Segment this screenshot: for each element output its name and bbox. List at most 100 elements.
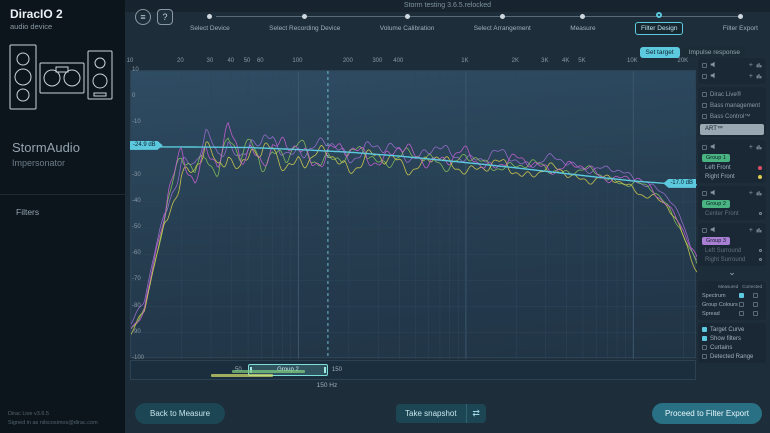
device-info: StormAudio Impersonator xyxy=(0,122,125,168)
checkbox[interactable] xyxy=(753,311,758,316)
step-label: Filter Design xyxy=(635,22,683,35)
stepper-step-select-device[interactable]: Select Device xyxy=(190,5,230,35)
checkbox[interactable] xyxy=(702,336,707,341)
target-handle-left[interactable]: -24.9 dB xyxy=(130,141,163,150)
freq-tick: 3K xyxy=(541,58,548,64)
speaker-icon[interactable] xyxy=(710,189,717,198)
legend-row-spread: Spread xyxy=(700,309,764,318)
speaker-icon[interactable] xyxy=(710,72,717,81)
checkbox[interactable] xyxy=(753,293,758,298)
stepper-step-select-arrangement[interactable]: Select Arrangement xyxy=(474,5,531,35)
module-bass-management[interactable]: Bass management xyxy=(700,100,764,111)
stepper-step-measure[interactable]: Measure xyxy=(570,5,595,35)
freq-tick: 20 xyxy=(177,58,184,64)
checkbox[interactable] xyxy=(702,145,707,150)
plot-container[interactable] xyxy=(130,70,696,358)
checkbox[interactable] xyxy=(702,327,707,332)
plus-icon[interactable]: + xyxy=(749,62,753,69)
checkbox[interactable] xyxy=(739,293,744,298)
levels-icon[interactable] xyxy=(756,144,762,152)
option-label: Detected Range xyxy=(710,354,753,360)
checkbox[interactable] xyxy=(739,311,744,316)
checkbox[interactable] xyxy=(702,345,707,350)
channel-label: Right Front xyxy=(705,174,735,180)
subtab-set-target[interactable]: Set target xyxy=(640,47,680,58)
take-snapshot-button[interactable]: Take snapshot ⇄ xyxy=(396,404,486,423)
checkbox[interactable] xyxy=(702,103,707,108)
stepper-step-filter-design[interactable]: Filter Design xyxy=(635,5,683,35)
help-button[interactable]: ? xyxy=(157,9,173,25)
series-right-front xyxy=(131,142,697,335)
target-handle-right[interactable]: -17.0 dB xyxy=(663,179,696,188)
channel-toolbar: + xyxy=(700,71,764,82)
checkbox[interactable] xyxy=(702,114,707,119)
subtab-impulse-response[interactable]: Impulse response xyxy=(683,47,746,58)
freq-tick: 300 xyxy=(372,58,382,64)
freq-tick: 2K xyxy=(512,58,519,64)
levels-icon[interactable] xyxy=(756,62,762,70)
step-dot xyxy=(302,14,307,19)
series-center-front xyxy=(131,138,697,329)
series-left-surround xyxy=(131,129,697,324)
checkbox[interactable] xyxy=(753,302,758,307)
checkbox[interactable] xyxy=(702,63,707,68)
speaker-icon[interactable] xyxy=(710,61,717,70)
channel-left-front[interactable]: Left Front xyxy=(700,163,764,172)
art-module[interactable]: ART™ xyxy=(700,124,764,135)
range-strip[interactable]: Group 2 50 150 xyxy=(130,360,696,380)
response-plot[interactable] xyxy=(131,71,697,359)
freq-tick: 10K xyxy=(627,58,638,64)
option-label: Target Curve xyxy=(710,327,744,333)
option-show-filters[interactable]: Show filters xyxy=(700,334,764,343)
step-label: Select Arrangement xyxy=(474,25,531,32)
legend-headers: MeasuredCorrected xyxy=(700,283,764,291)
freq-tick: 10 xyxy=(127,58,134,64)
chevron-down-icon[interactable]: ⌄ xyxy=(698,269,766,278)
levels-icon[interactable] xyxy=(756,73,762,81)
checkbox[interactable] xyxy=(702,228,707,233)
checkbox[interactable] xyxy=(702,74,707,79)
channel-center-front[interactable]: Center Front xyxy=(700,209,764,218)
levels-icon[interactable] xyxy=(756,190,762,198)
speaker-icon[interactable] xyxy=(710,143,717,152)
modules-card: Dirac Live®Bass managementBass Control™ A… xyxy=(698,87,766,137)
stepper-step-filter-export[interactable]: Filter Export xyxy=(723,5,758,35)
freq-tick: 100 xyxy=(292,58,302,64)
speaker-icon[interactable] xyxy=(710,226,717,235)
plus-icon[interactable]: + xyxy=(749,227,753,234)
module-dirac-live-[interactable]: Dirac Live® xyxy=(700,89,764,100)
checkbox[interactable] xyxy=(702,354,707,359)
plus-icon[interactable]: + xyxy=(749,144,753,151)
module-bass-control-[interactable]: Bass Control™ xyxy=(700,111,764,122)
channel-right-front[interactable]: Right Front xyxy=(700,172,764,181)
freq-tick: 60 xyxy=(257,58,264,64)
proceed-to-filter-export-button[interactable]: Proceed to Filter Export xyxy=(652,403,762,424)
stepper-step-volume-calibration[interactable]: Volume Calibration xyxy=(380,5,435,35)
stepper-step-select-recording-device[interactable]: Select Recording Device xyxy=(269,5,340,35)
back-to-measure-button[interactable]: Back to Measure xyxy=(135,403,225,424)
levels-icon[interactable] xyxy=(756,227,762,235)
option-target-curve[interactable]: Target Curve xyxy=(700,325,764,334)
menu-button[interactable]: ≡ xyxy=(135,9,151,25)
device-model: Impersonator xyxy=(12,158,113,168)
channel-right-surround[interactable]: Right Surround xyxy=(700,255,764,264)
checkbox[interactable] xyxy=(702,191,707,196)
legend-row-group-colours: Group Colours xyxy=(700,300,764,309)
channel-left-surround[interactable]: Left Surround xyxy=(700,246,764,255)
stepper: Select Device Select Recording Device Volu… xyxy=(190,5,758,55)
group-card-group-3: + Group 3Left SurroundRight Surround xyxy=(698,223,766,266)
freq-tick: 50 xyxy=(244,58,251,64)
option-curtains[interactable]: Curtains xyxy=(700,343,764,352)
legend-label: Spectrum xyxy=(702,293,739,299)
range-max-label: 150 xyxy=(332,367,342,373)
plus-icon[interactable]: + xyxy=(749,190,753,197)
channel-dot xyxy=(759,258,762,261)
option-detected-range[interactable]: Detected Range xyxy=(700,352,764,361)
checkbox[interactable] xyxy=(739,302,744,307)
plus-icon[interactable]: + xyxy=(749,73,753,80)
sidebar-item-filters[interactable]: Filters xyxy=(0,195,125,229)
checkbox[interactable] xyxy=(702,92,707,97)
legend-checkboxes xyxy=(739,302,762,307)
group-tag-row: Group 3 xyxy=(700,236,764,246)
legend-card: MeasuredCorrected SpectrumGroup ColoursSp… xyxy=(698,281,766,320)
